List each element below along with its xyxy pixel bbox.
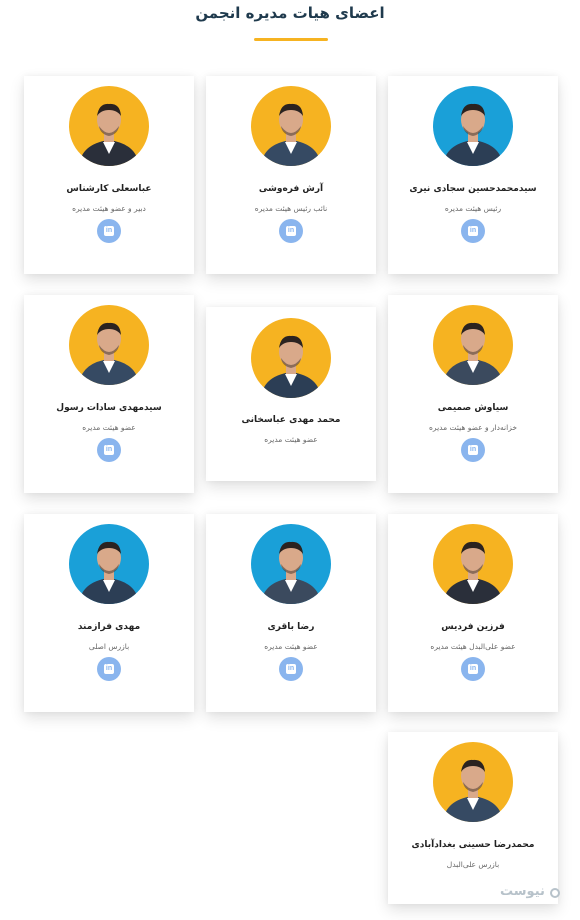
member-role: بازرس علی‌البدل (446, 860, 500, 869)
member-avatar (433, 524, 513, 604)
member-card: آرش فره‌وشی نائب رئیس هیئت مدیره in (206, 76, 376, 274)
member-name: آرش فره‌وشی (258, 184, 324, 194)
member-name: فرزین فردیس (441, 622, 505, 632)
watermark: نیوست (500, 884, 545, 899)
member-avatar (69, 86, 149, 166)
linkedin-icon: in (104, 226, 114, 236)
member-role: رئیس هیئت مدیره (444, 204, 502, 213)
member-role: نائب رئیس هیئت مدیره (254, 204, 328, 213)
member-card: محمدرضا حسینی بغدادآبادی بازرس علی‌البدل (388, 732, 558, 904)
member-avatar (251, 318, 331, 398)
member-card: رضا باقری عضو هیئت مدیره in (206, 514, 376, 712)
member-name: سیدمهدی سادات رسول (56, 403, 162, 413)
linkedin-button[interactable]: in (461, 219, 485, 243)
member-name: سیاوش صمیمی (437, 403, 509, 413)
member-avatar (69, 524, 149, 604)
member-card: سیدمحمدحسین سجادی نیری رئیس هیئت مدیره in (388, 76, 558, 274)
member-name: مهدی فرازمند (77, 622, 141, 632)
linkedin-button[interactable]: in (97, 657, 121, 681)
linkedin-icon: in (286, 226, 296, 236)
member-avatar (433, 305, 513, 385)
member-role: خزانه‌دار و عضو هیئت مدیره (429, 423, 517, 432)
linkedin-icon: in (104, 664, 114, 674)
linkedin-button[interactable]: in (97, 438, 121, 462)
member-role: عضو علی‌البدل هیئت مدیره (430, 642, 516, 651)
linkedin-button[interactable]: in (461, 438, 485, 462)
linkedin-icon: in (104, 445, 114, 455)
member-avatar (433, 742, 513, 822)
linkedin-button[interactable]: in (279, 219, 303, 243)
title-underline (254, 38, 328, 41)
member-role: دبیر و عضو هیئت مدیره (72, 204, 146, 213)
linkedin-button[interactable]: in (97, 219, 121, 243)
linkedin-button[interactable]: in (461, 657, 485, 681)
watermark-logo-icon (550, 888, 560, 898)
member-name: محمدرضا حسینی بغدادآبادی (411, 840, 535, 850)
member-card: مهدی فرازمند بازرس اصلی in (24, 514, 194, 712)
member-role: عضو هیئت مدیره (82, 423, 136, 432)
member-avatar (69, 305, 149, 385)
member-name: رضا باقری (267, 622, 315, 632)
member-card: محمد مهدی عباسخانی عضو هیئت مدیره (206, 307, 376, 481)
member-card: عباسعلی کارشناس دبیر و عضو هیئت مدیره in (24, 76, 194, 274)
page-title: اعضای هیات مدیره انجمن (195, 4, 385, 22)
linkedin-button[interactable]: in (279, 657, 303, 681)
member-name: سیدمحمدحسین سجادی نیری (409, 184, 537, 194)
member-role: بازرس اصلی (88, 642, 130, 651)
member-avatar (251, 86, 331, 166)
linkedin-icon: in (286, 664, 296, 674)
linkedin-icon: in (468, 226, 478, 236)
member-card: سیاوش صمیمی خزانه‌دار و عضو هیئت مدیره in (388, 295, 558, 493)
linkedin-icon: in (468, 664, 478, 674)
member-role: عضو هیئت مدیره (264, 435, 318, 444)
linkedin-icon: in (468, 445, 478, 455)
member-name: محمد مهدی عباسخانی (241, 415, 341, 425)
member-avatar (433, 86, 513, 166)
member-card: فرزین فردیس عضو علی‌البدل هیئت مدیره in (388, 514, 558, 712)
member-card: سیدمهدی سادات رسول عضو هیئت مدیره in (24, 295, 194, 493)
member-role: عضو هیئت مدیره (264, 642, 318, 651)
member-name: عباسعلی کارشناس (66, 184, 152, 194)
member-avatar (251, 524, 331, 604)
